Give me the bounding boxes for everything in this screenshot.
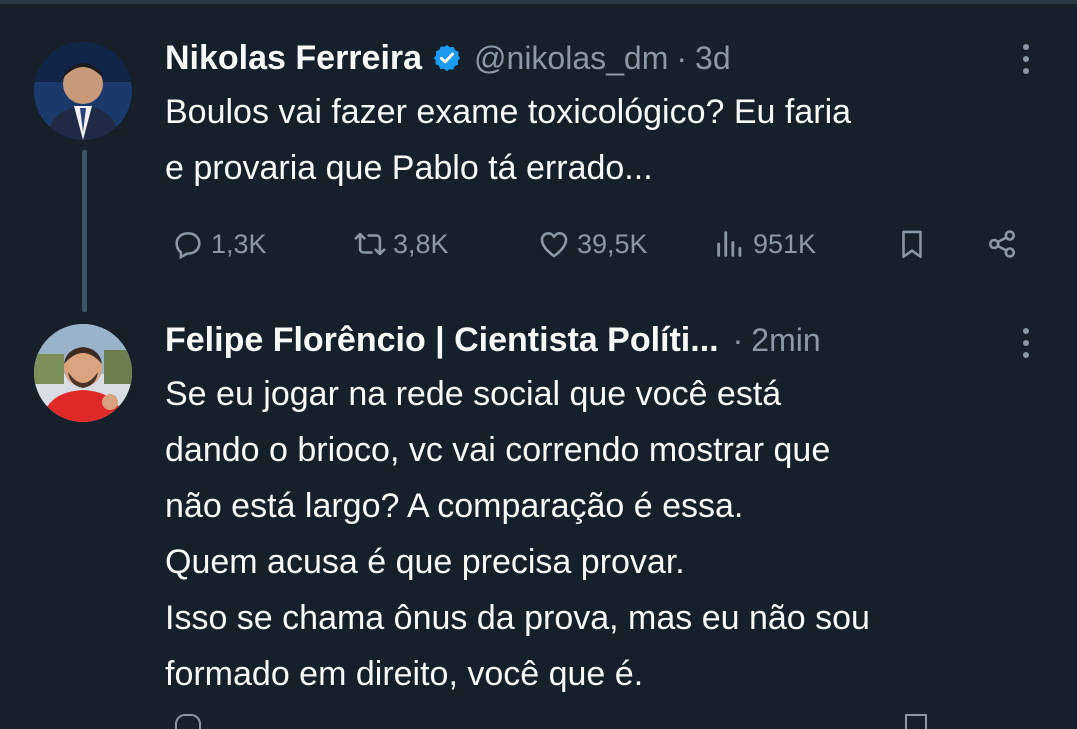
separator: · — [732, 321, 744, 358]
thread-connector — [82, 150, 87, 312]
more-icon[interactable] — [1020, 44, 1032, 80]
reply-text-line: não está largo? A comparação é essa. — [165, 487, 744, 525]
reply-author-name[interactable]: Felipe Florêncio | Cientista Políti... — [165, 321, 719, 360]
avatar-nikolas-image — [34, 42, 132, 140]
tweet-actions: 1,3K 3,8K 39,5K 951K — [165, 222, 1025, 272]
reply-more-icon[interactable] — [1020, 328, 1032, 364]
timestamp[interactable]: 3d — [695, 40, 731, 77]
heart-icon — [540, 232, 568, 258]
bookmark-icon — [902, 230, 922, 259]
share-button[interactable] — [985, 227, 1025, 261]
reply-text-line: dando o brioco, vc vai correndo mostrar … — [165, 431, 831, 469]
avatar-felipe-image — [34, 324, 132, 422]
views-count: 951K — [753, 228, 817, 259]
retweet-icon — [354, 232, 386, 256]
reply-button[interactable]: 1,3K — [171, 227, 267, 261]
reply-count: 1,3K — [211, 228, 267, 259]
like-count: 39,5K — [577, 228, 648, 259]
views-button[interactable]: 951K — [713, 227, 816, 261]
tweet-text: Boulos vai fazer exame toxicológico? Eu … — [165, 84, 851, 196]
retweet-button[interactable]: 3,8K — [353, 227, 449, 261]
reply-header: Felipe Florêncio | Cientista Políti... ·… — [165, 320, 821, 360]
reply-text-line: Isso se chama ônus da prova, mas eu não … — [165, 599, 870, 637]
reply-icon — [175, 232, 201, 260]
tweet-text-line: Boulos vai fazer exame toxicológico? Eu … — [165, 93, 852, 131]
retweet-count: 3,8K — [393, 228, 449, 259]
tweet-header: Nikolas Ferreira @nikolas_dm · 3d — [165, 38, 731, 78]
verified-badge-icon — [433, 44, 461, 72]
avatar-felipe[interactable] — [34, 324, 132, 422]
tweet-text-line: e provaria que Pablo tá errado... — [165, 149, 653, 187]
reply-text-line: Se eu jogar na rede social que você está — [165, 375, 782, 413]
author-name[interactable]: Nikolas Ferreira — [165, 39, 422, 78]
share-icon — [988, 230, 1016, 258]
reply-text-line: Quem acusa é que precisa provar. — [165, 543, 685, 581]
reply-text: Se eu jogar na rede social que você está… — [165, 366, 870, 702]
views-icon — [717, 231, 742, 257]
author-handle[interactable]: @nikolas_dm — [474, 40, 668, 77]
reply-timestamp[interactable]: 2min — [751, 322, 820, 359]
reply-text-line: formado em direito, você que é. — [165, 655, 644, 693]
avatar-nikolas[interactable] — [34, 42, 132, 140]
top-divider — [0, 0, 1077, 4]
separator: · — [676, 39, 688, 76]
like-button[interactable]: 39,5K — [537, 227, 648, 261]
bookmark-button[interactable] — [895, 227, 935, 261]
